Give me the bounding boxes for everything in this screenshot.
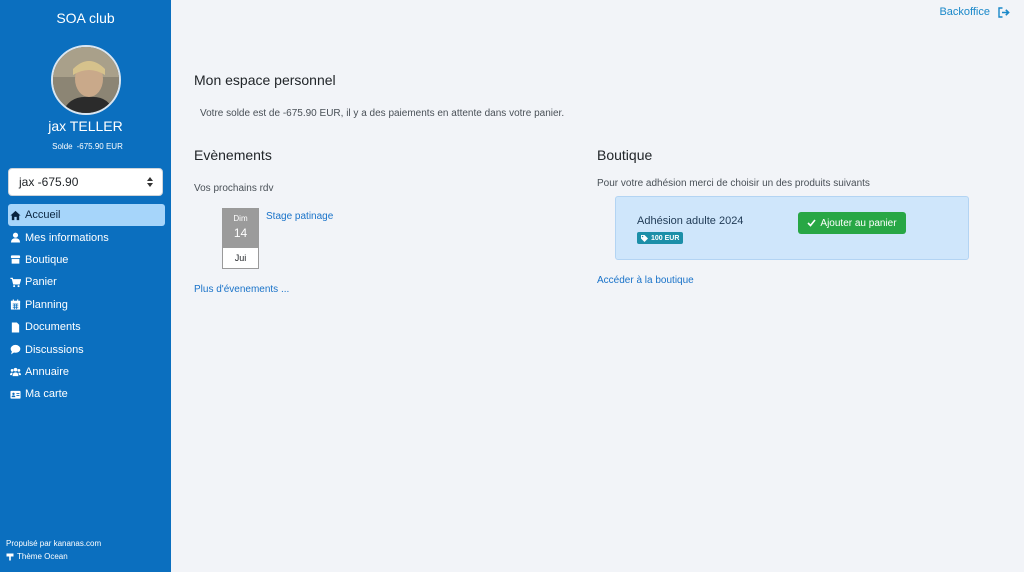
account-select[interactable]: jax -675.90 (8, 168, 163, 196)
backoffice-link[interactable]: Backoffice (939, 6, 1010, 18)
sidebar-nav: Accueil Mes informations Boutique Panier… (8, 204, 165, 406)
sidebar-item-label: Boutique (25, 253, 69, 266)
select-caret-icon (147, 177, 153, 187)
sidebar-item-planning[interactable]: Planning (8, 294, 165, 316)
more-events-link[interactable]: Plus d'évenements ... (194, 284, 289, 295)
sidebar-item-documents[interactable]: Documents (8, 316, 165, 338)
product-name: Adhésion adulte 2024 (637, 215, 744, 227)
events-subtitle: Vos prochains rdv (194, 183, 274, 194)
powered-by-link[interactable]: Propulsé par kananas.com (6, 537, 101, 550)
id-card-icon (10, 390, 21, 399)
sidebar-item-label: Annuaire (25, 365, 70, 378)
add-to-cart-button[interactable]: Ajouter au panier (798, 212, 906, 234)
event-day-number: 14 (233, 226, 248, 240)
comment-icon (10, 344, 21, 355)
event-date-badge: Dim 14 Jui (222, 208, 259, 269)
shop-subtitle: Pour votre adhésion merci de choisir un … (597, 178, 870, 189)
balance-label: Solde (52, 142, 73, 151)
sidebar-item-label: Accueil (25, 209, 61, 222)
account-select-value: jax -675.90 (19, 175, 79, 189)
avatar[interactable] (51, 45, 121, 115)
sidebar-item-annuaire[interactable]: Annuaire (8, 361, 165, 383)
backoffice-label: Backoffice (939, 6, 990, 18)
add-to-cart-label: Ajouter au panier (820, 217, 897, 229)
sidebar-item-accueil[interactable]: Accueil (8, 204, 165, 227)
calendar-icon (10, 299, 21, 310)
sidebar-item-mes-informations[interactable]: Mes informations (8, 226, 165, 248)
tag-icon (641, 234, 648, 242)
sidebar-item-discussions[interactable]: Discussions (8, 338, 165, 360)
sidebar-item-label: Discussions (25, 343, 84, 356)
sign-out-icon (998, 6, 1010, 18)
sidebar-item-boutique[interactable]: Boutique (8, 249, 165, 271)
sidebar-item-label: Planning (25, 298, 68, 311)
user-name: jax TELLER (48, 118, 123, 134)
club-name: SOA club (56, 10, 115, 26)
event-day-name: Dim (233, 214, 248, 223)
sidebar: SOA club jax TELLER Solde -675.90 EUR jax… (0, 0, 171, 572)
check-icon (807, 219, 817, 227)
sidebar-item-ma-carte[interactable]: Ma carte (8, 383, 165, 405)
balance-message: Votre solde est de -675.90 EUR, il y a d… (200, 108, 565, 119)
event-date-top: Dim 14 (223, 209, 258, 248)
shop-title: Boutique (597, 147, 653, 163)
page-title: Mon espace personnel (194, 72, 336, 88)
balance-value: -675.90 EUR (76, 142, 123, 151)
theme-name: Thème Ocean (17, 552, 68, 561)
theme-label: Thème Ocean (6, 550, 101, 563)
product-price: 100 EUR (651, 234, 680, 242)
events-title: Evènements (194, 147, 272, 163)
paint-brush-icon (6, 553, 14, 561)
sidebar-footer: Propulsé par kananas.com Thème Ocean (6, 537, 101, 563)
balance-summary: Solde -675.90 EUR (0, 142, 171, 151)
sidebar-item-label: Documents (25, 321, 81, 334)
cart-icon (10, 277, 21, 288)
store-icon (10, 255, 21, 265)
product-card: Adhésion adulte 2024 100 EUR Ajouter au … (615, 196, 969, 260)
user-icon (10, 232, 21, 243)
event-link[interactable]: Stage patinage (266, 211, 333, 222)
event-month: Jui (234, 253, 247, 263)
sidebar-item-label: Mes informations (25, 231, 109, 244)
shop-link[interactable]: Accéder à la boutique (597, 275, 694, 286)
price-badge: 100 EUR (637, 232, 684, 244)
users-icon (10, 368, 21, 377)
home-icon (10, 210, 21, 220)
sidebar-item-label: Ma carte (25, 388, 68, 401)
file-icon (11, 322, 20, 333)
sidebar-item-panier[interactable]: Panier (8, 271, 165, 293)
sidebar-item-label: Panier (25, 276, 57, 289)
